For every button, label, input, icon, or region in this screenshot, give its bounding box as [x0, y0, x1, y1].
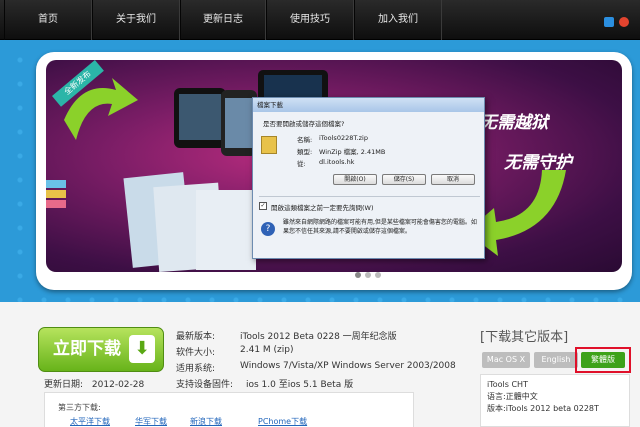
mac-version-button[interactable]: Mac OS X	[482, 352, 530, 368]
dialog-title: 檔案下載	[253, 98, 484, 112]
nav-item-changelog[interactable]: 更新日志	[180, 0, 266, 40]
version-value: iTools 2012 Beta 0228 一周年纪念版	[240, 332, 397, 342]
nav-item-about[interactable]: 关于我们	[92, 0, 180, 40]
update-date-value: 2012-02-28	[91, 380, 145, 390]
slogan-no-daemon: 无需守护	[504, 153, 572, 173]
dialog-name-value: iTools0228T.zip	[319, 134, 368, 142]
cancel-button[interactable]: 取消	[431, 174, 475, 185]
save-button[interactable]: 儲存(S)	[382, 174, 426, 185]
dialog-from-value: dl.itools.hk	[319, 158, 355, 166]
shield-icon: ?	[261, 222, 275, 236]
version-label: 最新版本:	[176, 332, 216, 342]
update-date-row: 更新日期: 2012-02-28	[44, 377, 144, 390]
update-date-label: 更新日期:	[44, 380, 84, 390]
link-sina[interactable]: 新浪下载	[190, 416, 222, 427]
file-download-dialog: 檔案下載 是否要開啟或儲存這個檔案? 名稱: iTools0228T.zip 類…	[252, 97, 485, 259]
cht-version-button[interactable]: 繁體版	[581, 352, 625, 368]
dialog-divider	[259, 196, 480, 197]
other-versions-title: [下载其它版本]	[480, 330, 569, 345]
dialog-type-label: 類型:	[297, 148, 313, 156]
slider-dot-3[interactable]	[375, 272, 381, 278]
cht-name: iTools CHT	[487, 380, 528, 389]
slider-dot-1[interactable]	[355, 272, 361, 278]
zip-file-icon	[261, 136, 277, 154]
dialog-question: 是否要開啟或儲存這個檔案?	[263, 120, 345, 128]
dialog-from-label: 從:	[297, 160, 306, 168]
dialog-name-label: 名稱:	[297, 136, 313, 144]
system-value: Windows 7/Vista/XP Windows Server 2003/2…	[240, 361, 456, 371]
slogan-no-jailbreak: 无需越狱	[480, 113, 548, 133]
download-button-label: 立即下载	[53, 339, 121, 359]
third-party-title: 第三方下载:	[58, 403, 101, 412]
cht-language: 语言:正體中文	[487, 392, 538, 401]
cht-version: 版本:iTools 2012 beta 0228T	[487, 404, 599, 413]
system-label: 适用系统:	[176, 364, 216, 374]
always-ask-label: 開啟這類檔案之前一定要先詢問(W)	[271, 204, 374, 212]
size-label: 软件大小:	[176, 348, 216, 358]
link-pchome[interactable]: PChome下载	[258, 416, 307, 427]
open-button[interactable]: 開啟(O)	[333, 174, 377, 185]
nav-item-join[interactable]: 加入我们	[354, 0, 442, 40]
nav-item-home[interactable]: 首页	[4, 0, 92, 40]
devices-label: 支持设备固件:	[176, 380, 234, 390]
link-onlinedown[interactable]: 华军下载	[135, 416, 167, 427]
top-navigation: 首页 关于我们 更新日志 使用技巧 加入我们	[0, 0, 640, 40]
english-version-button[interactable]: English	[534, 352, 578, 368]
size-value: 2.41 M (zip)	[240, 345, 294, 355]
devices-value: ios 1.0 至ios 5.1 Beta 版	[246, 380, 354, 390]
dialog-type-value: WinZip 檔案, 2.41MB	[319, 148, 386, 156]
link-pconline[interactable]: 太平洋下载	[70, 416, 110, 427]
qq-icon[interactable]	[604, 17, 614, 27]
nav-item-tips[interactable]: 使用技巧	[266, 0, 354, 40]
slider-dot-2[interactable]	[365, 272, 371, 278]
download-arrow-icon: ⬇	[129, 335, 155, 363]
dialog-warning: 雖然來自網際網路的檔案可能有用,但是某些檔案可能會傷害您的電腦。如果您不信任其來…	[283, 219, 477, 235]
download-now-button[interactable]: 立即下载 ⬇	[38, 327, 164, 372]
weibo-icon[interactable]	[619, 17, 629, 27]
cht-info-box: iTools CHT 语言:正體中文 版本:iTools 2012 beta 0…	[480, 374, 630, 427]
always-ask-checkbox[interactable]: ✓	[259, 202, 267, 210]
